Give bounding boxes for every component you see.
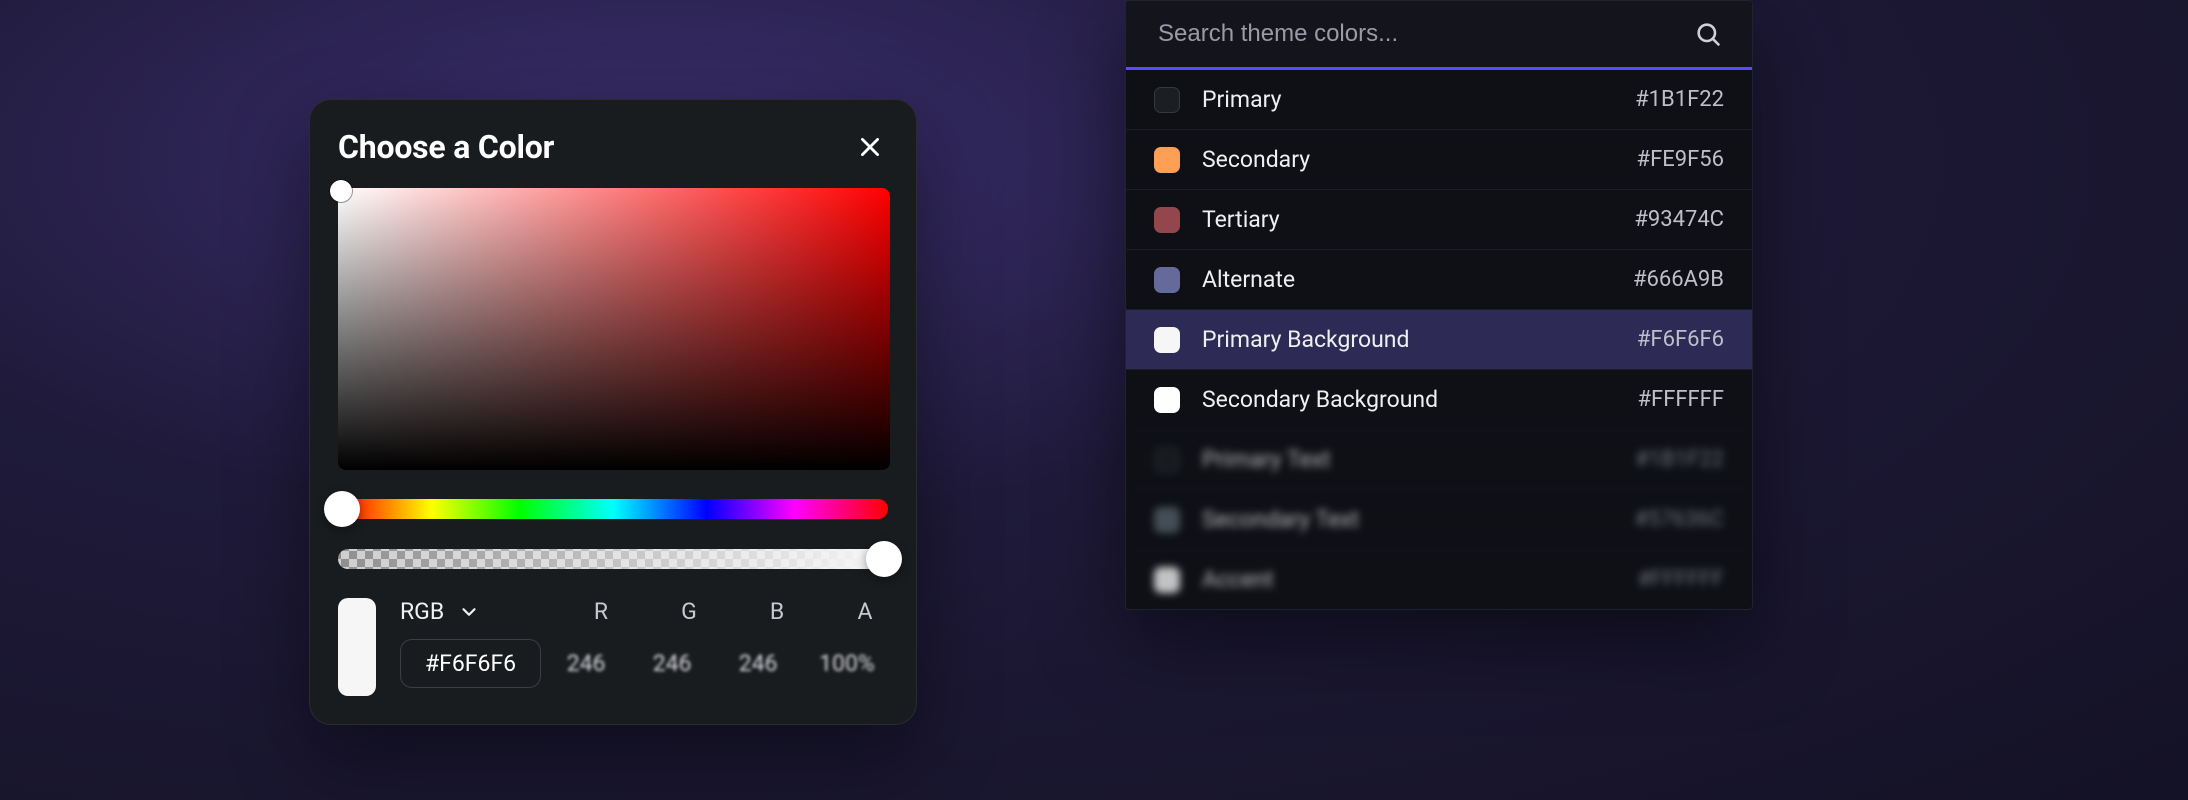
channel-value-r[interactable]: 246 bbox=[561, 650, 611, 677]
color-swatch bbox=[1154, 147, 1180, 173]
color-swatch bbox=[1154, 567, 1180, 593]
theme-color-row[interactable]: Secondary Text #57636C bbox=[1126, 489, 1752, 549]
saturation-value-thumb[interactable] bbox=[330, 180, 352, 202]
color-name: Primary Background bbox=[1202, 326, 1615, 353]
theme-colors-panel: Primary #1B1F22 Secondary #FE9F56 Tertiary #9… bbox=[1125, 0, 1753, 610]
color-mode-row: RGB R G B A bbox=[400, 598, 888, 625]
channel-labels: R G B A bbox=[578, 598, 888, 625]
theme-color-list: Primary #1B1F22 Secondary #FE9F56 Tertiary #9… bbox=[1126, 70, 1752, 609]
color-values: RGB R G B A #F6F6F6 246 246 246 1 bbox=[400, 598, 888, 688]
alpha-thumb[interactable] bbox=[866, 541, 902, 577]
channel-value-b[interactable]: 246 bbox=[733, 650, 783, 677]
hex-input[interactable]: #F6F6F6 bbox=[400, 639, 541, 688]
color-hex: #FFFFFF bbox=[1637, 567, 1724, 592]
hue-slider[interactable] bbox=[338, 498, 888, 520]
theme-color-row[interactable]: Primary Background #F6F6F6 bbox=[1126, 309, 1752, 369]
color-hex: #57636C bbox=[1634, 507, 1724, 532]
color-hex: #1B1F22 bbox=[1635, 87, 1724, 112]
color-mode-label[interactable]: RGB bbox=[400, 598, 444, 625]
color-name: Secondary bbox=[1202, 146, 1615, 173]
chevron-down-icon[interactable] bbox=[458, 601, 480, 623]
color-hex: #F6F6F6 bbox=[1637, 327, 1724, 352]
channel-values: 246 246 246 100% bbox=[561, 650, 869, 677]
alpha-slider[interactable] bbox=[338, 548, 888, 570]
color-picker-title: Choose a Color bbox=[338, 128, 554, 166]
color-hex: #1B1F22 bbox=[1635, 447, 1724, 472]
theme-color-row[interactable]: Accent #FFFFFF bbox=[1126, 549, 1752, 609]
color-name: Tertiary bbox=[1202, 206, 1612, 233]
color-swatch bbox=[1154, 267, 1180, 293]
channel-label-g: G bbox=[666, 598, 712, 625]
theme-color-row[interactable]: Primary #1B1F22 bbox=[1126, 70, 1752, 129]
alpha-track bbox=[338, 549, 888, 569]
color-hex: #666A9B bbox=[1633, 267, 1724, 292]
channel-label-r: R bbox=[578, 598, 624, 625]
color-hex: #FFFFFF bbox=[1637, 387, 1724, 412]
theme-color-row[interactable]: Primary Text #1B1F22 bbox=[1126, 429, 1752, 489]
channel-value-a[interactable]: 100% bbox=[819, 650, 869, 677]
search-input[interactable] bbox=[1156, 19, 1682, 49]
saturation-value-area[interactable] bbox=[338, 188, 890, 470]
color-hex: #93474C bbox=[1634, 207, 1724, 232]
color-name: Secondary Background bbox=[1202, 386, 1615, 413]
theme-color-row[interactable]: Secondary Background #FFFFFF bbox=[1126, 369, 1752, 429]
color-swatch bbox=[1154, 87, 1180, 113]
hue-thumb[interactable] bbox=[324, 491, 360, 527]
color-name: Accent bbox=[1202, 566, 1615, 593]
color-picker-header: Choose a Color bbox=[338, 128, 888, 166]
theme-color-row[interactable]: Secondary #FE9F56 bbox=[1126, 129, 1752, 189]
color-swatch bbox=[1154, 327, 1180, 353]
current-color-swatch bbox=[338, 598, 376, 696]
theme-color-row[interactable]: Alternate #666A9B bbox=[1126, 249, 1752, 309]
color-name: Primary Text bbox=[1202, 446, 1613, 473]
color-name: Secondary Text bbox=[1202, 506, 1612, 533]
search-row bbox=[1126, 1, 1752, 70]
color-name: Primary bbox=[1202, 86, 1613, 113]
channel-value-g[interactable]: 246 bbox=[647, 650, 697, 677]
color-swatch bbox=[1154, 507, 1180, 533]
color-value-row: #F6F6F6 246 246 246 100% bbox=[400, 639, 888, 688]
color-swatch bbox=[1154, 447, 1180, 473]
color-swatch bbox=[1154, 207, 1180, 233]
close-icon bbox=[857, 134, 883, 160]
color-name: Alternate bbox=[1202, 266, 1611, 293]
color-swatch bbox=[1154, 387, 1180, 413]
theme-color-row[interactable]: Tertiary #93474C bbox=[1126, 189, 1752, 249]
color-picker-panel: Choose a Color RGB R bbox=[309, 99, 917, 725]
channel-label-b: B bbox=[754, 598, 800, 625]
channel-label-a: A bbox=[842, 598, 888, 625]
color-picker-footer: RGB R G B A #F6F6F6 246 246 246 1 bbox=[338, 598, 888, 696]
hue-track bbox=[338, 499, 888, 519]
search-icon bbox=[1694, 20, 1722, 48]
color-hex: #FE9F56 bbox=[1637, 147, 1724, 172]
close-button[interactable] bbox=[852, 129, 888, 165]
